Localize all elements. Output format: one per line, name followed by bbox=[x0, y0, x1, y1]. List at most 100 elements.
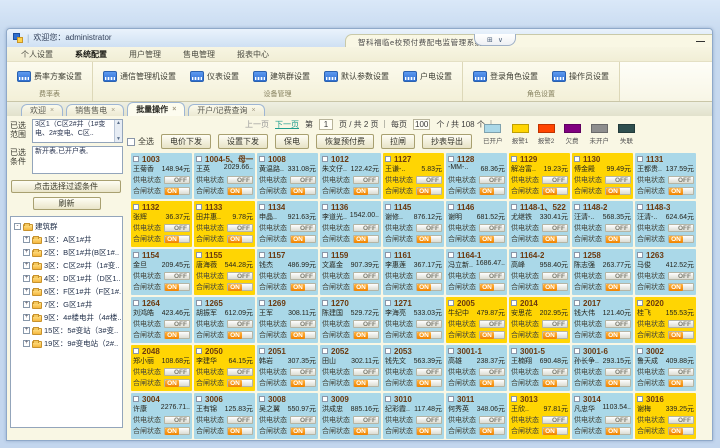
card-checkbox[interactable] bbox=[511, 348, 517, 354]
tab-close-icon[interactable]: × bbox=[252, 107, 256, 114]
expand-icon[interactable]: + bbox=[23, 249, 30, 256]
supply-toggle[interactable]: OFF bbox=[479, 320, 505, 328]
card-checkbox[interactable] bbox=[511, 396, 517, 402]
tree-item-4[interactable]: + 6区：F区1#井（F区1#.. bbox=[14, 285, 121, 298]
card-checkbox[interactable] bbox=[385, 252, 391, 258]
supply-toggle[interactable]: OFF bbox=[416, 176, 442, 184]
ribbon-button-1-0[interactable]: 通信管理机设置 bbox=[98, 67, 181, 86]
supply-toggle[interactable]: OFF bbox=[353, 176, 379, 184]
quick-access-toolbar[interactable]: ⊞ ∨ bbox=[474, 34, 516, 46]
switch-toggle[interactable]: ON bbox=[605, 283, 631, 291]
card-checkbox[interactable] bbox=[511, 204, 517, 210]
card-checkbox[interactable] bbox=[196, 300, 202, 306]
grid-icon[interactable]: ⊞ bbox=[487, 36, 493, 44]
meter-card[interactable]: 3014 凡忠华 1103.54.. 供电状态 OFF 合闸状态 ON bbox=[572, 393, 633, 439]
switch-toggle[interactable]: ON bbox=[416, 379, 442, 387]
supply-toggle[interactable]: OFF bbox=[290, 368, 316, 376]
meter-card[interactable]: 1155 唐海薇 544.28元 供电状态 OFF 合闸状态 ON bbox=[194, 249, 255, 295]
menu-item-0[interactable]: 个人设置 bbox=[21, 49, 53, 60]
meter-card[interactable]: 3013 王欣.. 97.81元 供电状态 OFF 合闸状态 ON bbox=[509, 393, 570, 439]
supply-toggle[interactable]: OFF bbox=[290, 272, 316, 280]
switch-toggle[interactable]: ON bbox=[290, 379, 316, 387]
supply-toggle[interactable]: OFF bbox=[542, 368, 568, 376]
supply-toggle[interactable]: OFF bbox=[164, 272, 190, 280]
switch-toggle[interactable]: ON bbox=[227, 427, 253, 435]
switch-toggle[interactable]: ON bbox=[353, 427, 379, 435]
switch-toggle[interactable]: ON bbox=[542, 427, 568, 435]
supply-toggle[interactable]: OFF bbox=[542, 176, 568, 184]
meter-card[interactable]: 1003 王菊香 148.94元 供电状态 OFF 合闸状态 ON bbox=[131, 153, 192, 199]
meter-card[interactable]: 2014 安思花 202.95元 供电状态 OFF 合闸状态 ON bbox=[509, 297, 570, 343]
meter-card[interactable]: 1008 黄温路.. 331.08元 供电状态 OFF 合闸状态 ON bbox=[257, 153, 318, 199]
meter-card[interactable]: 1146 谢明 681.52元 供电状态 OFF 合闸状态 ON bbox=[446, 201, 507, 247]
card-checkbox[interactable] bbox=[259, 252, 265, 258]
range-scrollbar[interactable]: ▲ ▼ bbox=[114, 120, 122, 142]
meter-card[interactable]: 1136 李道光.. 1542.00.. 供电状态 OFF 合闸状态 ON bbox=[320, 201, 381, 247]
meter-card[interactable]: 2053 钱先文 563.39元 供电状态 OFF 合闸状态 ON bbox=[383, 345, 444, 391]
meter-card[interactable]: 1134 申晶.. 921.63元 供电状态 OFF 合闸状态 ON bbox=[257, 201, 318, 247]
switch-toggle[interactable]: ON bbox=[164, 427, 190, 435]
card-checkbox[interactable] bbox=[322, 300, 328, 306]
ribbon-button-2-0[interactable]: 登录角色设置 bbox=[468, 67, 543, 86]
switch-toggle[interactable]: ON bbox=[353, 235, 379, 243]
meter-card[interactable]: 1130 傅金殿 99.49元 供电状态 OFF 合闸状态 ON bbox=[572, 153, 633, 199]
switch-toggle[interactable]: ON bbox=[668, 187, 694, 195]
supply-toggle[interactable]: OFF bbox=[227, 272, 253, 280]
expand-icon[interactable]: + bbox=[23, 236, 30, 243]
chevron-down-icon[interactable]: ∨ bbox=[498, 36, 503, 44]
card-checkbox[interactable] bbox=[385, 348, 391, 354]
card-checkbox[interactable] bbox=[259, 300, 265, 306]
switch-toggle[interactable]: ON bbox=[164, 235, 190, 243]
card-checkbox[interactable] bbox=[511, 156, 517, 162]
card-checkbox[interactable] bbox=[196, 252, 202, 258]
card-checkbox[interactable] bbox=[448, 348, 454, 354]
meter-card[interactable]: 3016 谢梅 339.25元 供电状态 OFF 合闸状态 ON bbox=[635, 393, 696, 439]
card-checkbox[interactable] bbox=[196, 396, 202, 402]
supply-toggle[interactable]: OFF bbox=[164, 176, 190, 184]
switch-toggle[interactable]: ON bbox=[164, 379, 190, 387]
meter-card[interactable]: 1129 解冶富.. 19.23元 供电状态 OFF 合闸状态 ON bbox=[509, 153, 570, 199]
meter-card[interactable]: 2051 韩岩 307.35元 供电状态 OFF 合闸状态 ON bbox=[257, 345, 318, 391]
next-page-link[interactable]: 下一页 bbox=[275, 119, 299, 130]
card-checkbox[interactable] bbox=[322, 156, 328, 162]
meter-card[interactable]: 3010 纪彩霞.. 117.48元 供电状态 OFF 合闸状态 ON bbox=[383, 393, 444, 439]
card-checkbox[interactable] bbox=[133, 300, 139, 306]
supply-toggle[interactable]: OFF bbox=[416, 416, 442, 424]
ribbon-button-0-0[interactable]: 费率方案设置 bbox=[12, 67, 87, 86]
supply-toggle[interactable]: OFF bbox=[164, 368, 190, 376]
switch-toggle[interactable]: ON bbox=[542, 187, 568, 195]
meter-card[interactable]: 1271 李海亮 533.03元 供电状态 OFF 合闸状态 ON bbox=[383, 297, 444, 343]
switch-toggle[interactable]: ON bbox=[416, 427, 442, 435]
tab-close-icon[interactable]: × bbox=[111, 107, 115, 114]
supply-toggle[interactable]: OFF bbox=[605, 320, 631, 328]
card-checkbox[interactable] bbox=[448, 300, 454, 306]
switch-toggle[interactable]: ON bbox=[164, 331, 190, 339]
page-number-input[interactable]: 1 bbox=[319, 119, 333, 130]
card-checkbox[interactable] bbox=[133, 204, 139, 210]
tree-item-3[interactable]: + 4区：D区1#井（D区1.. bbox=[14, 272, 121, 285]
switch-toggle[interactable]: ON bbox=[605, 187, 631, 195]
supply-toggle[interactable]: OFF bbox=[416, 224, 442, 232]
card-checkbox[interactable] bbox=[259, 156, 265, 162]
refresh-button[interactable]: 刷新 bbox=[33, 197, 101, 210]
minimize-icon[interactable]: — bbox=[696, 36, 705, 46]
meter-card[interactable]: 3008 吴之翼 550.97元 供电状态 OFF 合闸状态 ON bbox=[257, 393, 318, 439]
tab-close-icon[interactable]: × bbox=[172, 106, 176, 113]
card-checkbox[interactable] bbox=[448, 252, 454, 258]
supply-toggle[interactable]: OFF bbox=[668, 176, 694, 184]
supply-toggle[interactable]: OFF bbox=[479, 176, 505, 184]
meter-card[interactable]: 3009 洪成忠 885.16元 供电状态 OFF 合闸状态 ON bbox=[320, 393, 381, 439]
card-checkbox[interactable] bbox=[322, 396, 328, 402]
meter-card[interactable]: 1128 -MM-.. 68.36元 供电状态 OFF 合闸状态 ON bbox=[446, 153, 507, 199]
supply-toggle[interactable]: OFF bbox=[479, 272, 505, 280]
meter-card[interactable]: 3004 许康 2276.71.. 供电状态 OFF 合闸状态 ON bbox=[131, 393, 192, 439]
supply-toggle[interactable]: OFF bbox=[542, 224, 568, 232]
meter-card[interactable]: 1164-2 高峰 958.40元 供电状态 OFF 合闸状态 ON bbox=[509, 249, 570, 295]
switch-toggle[interactable]: ON bbox=[605, 379, 631, 387]
card-checkbox[interactable] bbox=[574, 348, 580, 354]
switch-toggle[interactable]: ON bbox=[290, 187, 316, 195]
menu-item-3[interactable]: 售电管理 bbox=[183, 49, 215, 60]
switch-toggle[interactable]: ON bbox=[668, 427, 694, 435]
switch-toggle[interactable]: ON bbox=[290, 235, 316, 243]
expand-icon[interactable]: + bbox=[23, 340, 30, 347]
